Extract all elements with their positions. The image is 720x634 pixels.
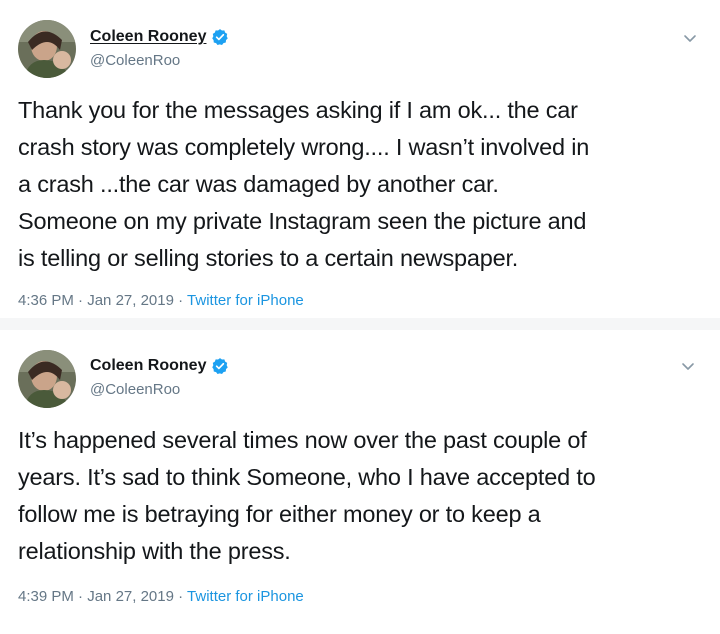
tweet-card[interactable]: Coleen Rooney @ColeenRoo Thank you for t…	[0, 0, 720, 318]
chevron-down-icon[interactable]	[680, 358, 696, 374]
avatar[interactable]	[18, 350, 76, 408]
tweet-divider	[0, 318, 720, 330]
author-name[interactable]: Coleen Rooney	[90, 357, 206, 375]
meta-separator: ·	[173, 588, 188, 605]
author-name-row[interactable]: Coleen Rooney	[90, 28, 229, 46]
tweet-source-link[interactable]: Twitter for iPhone	[187, 588, 304, 605]
tweet-meta: 4:36 PM · Jan 27, 2019 · Twitter for iPh…	[18, 292, 304, 309]
tweet-meta: 4:39 PM · Jan 27, 2019 · Twitter for iPh…	[18, 588, 304, 605]
tweet-card[interactable]: Coleen Rooney @ColeenRoo It’s happened s…	[0, 330, 720, 634]
tweet-text: It’s happened several times now over the…	[18, 427, 596, 564]
author-name[interactable]: Coleen Rooney	[90, 28, 206, 46]
author-handle[interactable]: @ColeenRoo	[90, 52, 180, 69]
verified-badge-icon	[212, 29, 229, 46]
author-handle[interactable]: @ColeenRoo	[90, 381, 180, 398]
tweet-time[interactable]: 4:36 PM	[18, 292, 74, 309]
meta-separator: ·	[173, 292, 188, 309]
tweet-time[interactable]: 4:39 PM	[18, 588, 74, 605]
chevron-down-icon[interactable]	[682, 30, 698, 46]
tweet-text: Thank you for the messages asking if I a…	[18, 97, 590, 271]
tweet-date[interactable]: Jan 27, 2019	[87, 292, 174, 309]
tweet-date[interactable]: Jan 27, 2019	[87, 588, 174, 605]
author-name-row[interactable]: Coleen Rooney	[90, 357, 229, 375]
meta-separator: ·	[73, 588, 88, 605]
verified-badge-icon	[212, 358, 229, 375]
meta-separator: ·	[73, 292, 88, 309]
tweet-source-link[interactable]: Twitter for iPhone	[187, 292, 304, 309]
avatar[interactable]	[18, 20, 76, 78]
